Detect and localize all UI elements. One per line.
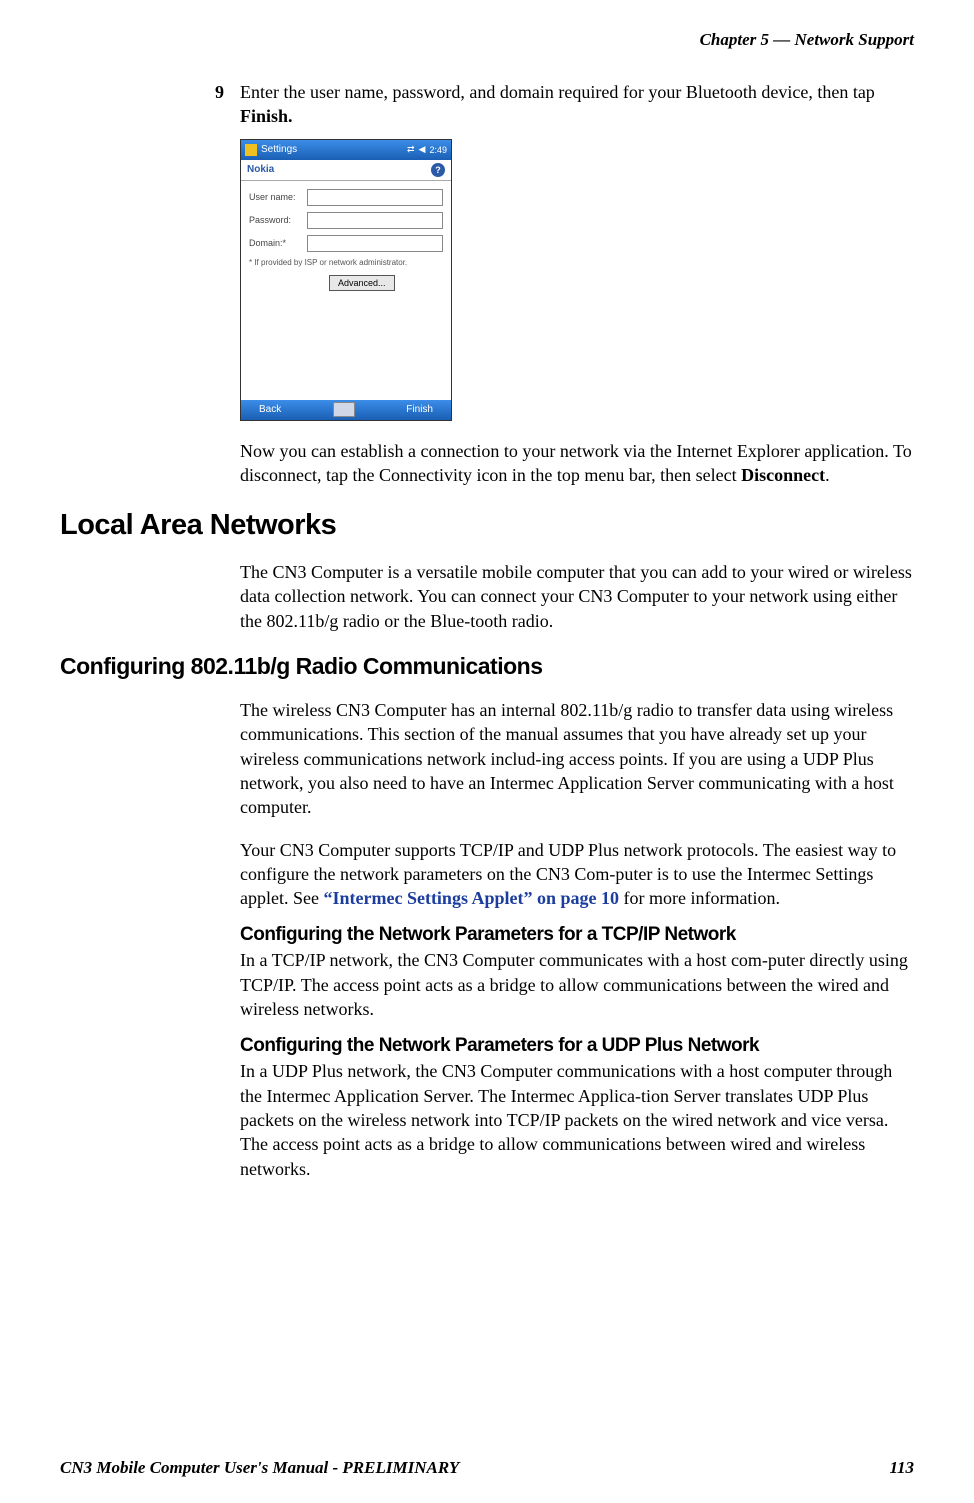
windows-start-icon xyxy=(245,144,257,156)
page-footer: CN3 Mobile Computer User's Manual - PREL… xyxy=(60,1458,914,1478)
config-80211-p1: The wireless CN3 Computer has an interna… xyxy=(240,698,914,819)
domain-label: Domain:* xyxy=(249,238,307,248)
back-button: Back xyxy=(259,404,281,415)
tcpip-paragraph: In a TCP/IP network, the CN3 Computer co… xyxy=(240,948,914,1021)
udp-paragraph: In a UDP Plus network, the CN3 Computer … xyxy=(240,1059,914,1180)
domain-input xyxy=(307,235,443,252)
username-label: User name: xyxy=(249,192,307,202)
screenshot-title: Settings xyxy=(261,144,297,155)
post-screenshot-paragraph: Now you can establish a connection to yo… xyxy=(240,439,914,488)
document-page: Chapter 5 — Network Support 9 Enter the … xyxy=(0,0,974,1503)
udp-heading: Configuring the Network Parameters for a… xyxy=(240,1035,914,1057)
screenshot-container: Settings ⇄ ◀ 2:49 Nokia ? User name: Pas… xyxy=(240,139,914,421)
password-input xyxy=(307,212,443,229)
device-screenshot: Settings ⇄ ◀ 2:49 Nokia ? User name: Pas… xyxy=(240,139,452,421)
post-text-b: . xyxy=(825,465,830,485)
screenshot-bottombar: Back Finish xyxy=(241,400,451,420)
domain-row: Domain:* xyxy=(249,235,443,252)
signal-icon: ⇄ xyxy=(407,144,415,155)
config-80211-heading: Configuring 802.11b/g Radio Communicatio… xyxy=(60,653,914,680)
step-number: 9 xyxy=(215,80,240,129)
screenshot-subtitle: Nokia xyxy=(247,164,274,175)
intermec-settings-link[interactable]: “Intermec Settings Applet” on page 10 xyxy=(323,888,619,908)
step-text-content: Enter the user name, password, and domai… xyxy=(240,82,875,102)
page-header: Chapter 5 — Network Support xyxy=(60,30,914,50)
username-input xyxy=(307,189,443,206)
lan-heading: Local Area Networks xyxy=(60,509,914,542)
screenshot-form: User name: Password: Domain:* * If provi… xyxy=(241,181,451,299)
lan-intro-paragraph: The CN3 Computer is a versatile mobile c… xyxy=(240,560,914,633)
footer-left: CN3 Mobile Computer User's Manual - PREL… xyxy=(60,1458,459,1478)
finish-button: Finish xyxy=(406,404,433,415)
username-row: User name: xyxy=(249,189,443,206)
screenshot-time: 2:49 xyxy=(429,145,447,155)
help-icon: ? xyxy=(431,163,445,177)
disconnect-bold: Disconnect xyxy=(741,465,825,485)
keyboard-icon xyxy=(333,402,355,417)
screenshot-note: * If provided by ISP or network administ… xyxy=(249,258,443,267)
step-text: Enter the user name, password, and domai… xyxy=(240,80,914,129)
sound-icon: ◀ xyxy=(419,144,426,155)
footer-page-number: 113 xyxy=(889,1458,914,1478)
advanced-button: Advanced... xyxy=(329,275,395,291)
config-80211-p2: Your CN3 Computer supports TCP/IP and UD… xyxy=(240,838,914,911)
config-p2-b: for more information. xyxy=(619,888,780,908)
step-bold: Finish. xyxy=(240,106,293,126)
password-row: Password: xyxy=(249,212,443,229)
step-9: 9 Enter the user name, password, and dom… xyxy=(215,80,914,129)
password-label: Password: xyxy=(249,215,307,225)
advanced-button-container: Advanced... xyxy=(329,275,443,291)
tcpip-heading: Configuring the Network Parameters for a… xyxy=(240,924,914,946)
screenshot-titlebar: Settings ⇄ ◀ 2:49 xyxy=(241,140,451,160)
screenshot-subtitle-bar: Nokia ? xyxy=(241,160,451,181)
